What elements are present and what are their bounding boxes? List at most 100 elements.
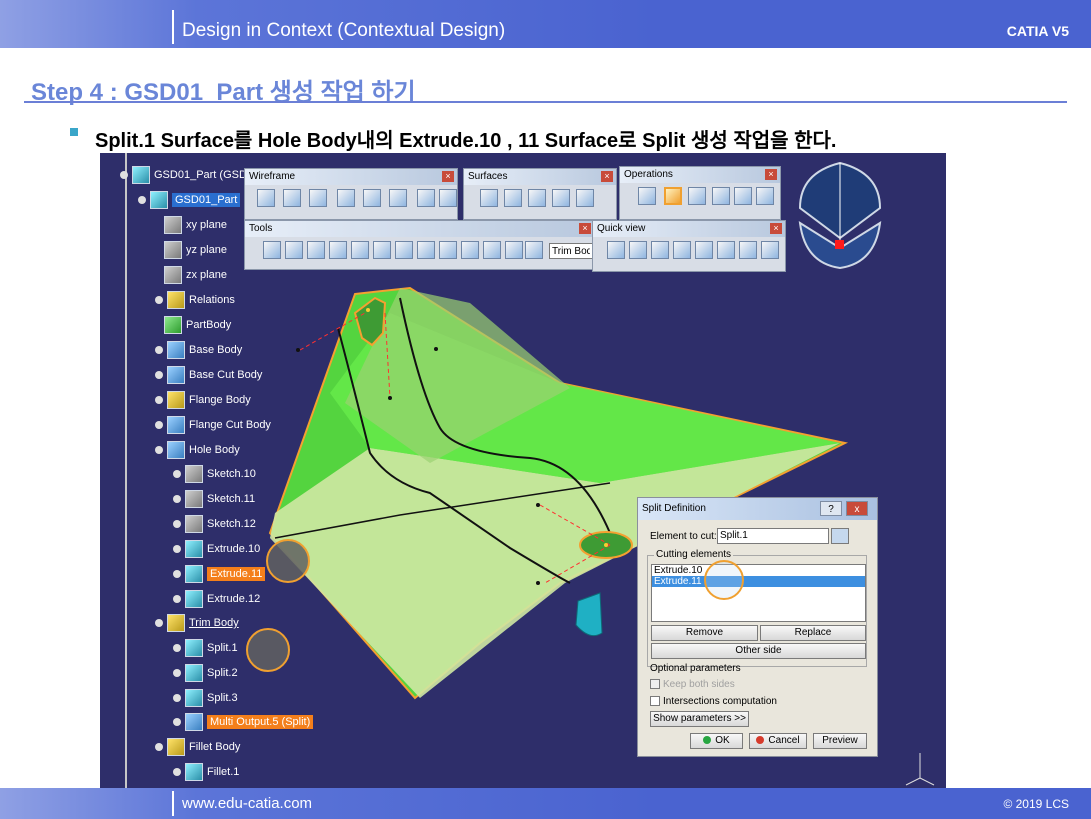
tree-node[interactable]: Extrude.11 bbox=[173, 564, 266, 584]
right-view-icon[interactable] bbox=[695, 241, 713, 259]
collapse-icon[interactable] bbox=[155, 619, 163, 627]
catia-viewport[interactable]: GSD01_Part (GSD GSD01_Part xy plane yz p… bbox=[100, 153, 946, 788]
extrude-icon[interactable] bbox=[480, 189, 498, 207]
list-item[interactable]: Extrude.11 bbox=[652, 576, 865, 587]
join-icon[interactable] bbox=[638, 187, 656, 205]
help-button[interactable]: ? bbox=[820, 501, 842, 516]
front-view-icon[interactable] bbox=[629, 241, 647, 259]
tree-node[interactable]: Base Body bbox=[155, 340, 242, 360]
expand-icon[interactable] bbox=[173, 768, 181, 776]
tree-node[interactable]: PartBody bbox=[164, 315, 231, 335]
named-views-icon[interactable] bbox=[761, 241, 779, 259]
fill-icon[interactable] bbox=[552, 189, 570, 207]
analysis-icon[interactable] bbox=[439, 241, 457, 259]
plane-icon[interactable] bbox=[309, 189, 327, 207]
update-icon[interactable] bbox=[263, 241, 281, 259]
collapse-icon[interactable] bbox=[155, 446, 163, 454]
wireframe-toolbar[interactable]: Wireframe × bbox=[244, 168, 458, 220]
define-in-work-icon[interactable] bbox=[525, 241, 543, 259]
boundary-icon[interactable] bbox=[688, 187, 706, 205]
close-button[interactable]: x bbox=[846, 501, 868, 516]
extract-icon[interactable] bbox=[712, 187, 730, 205]
grid-icon[interactable] bbox=[351, 241, 369, 259]
surfaces-toolbar[interactable]: Surfaces × bbox=[463, 168, 617, 220]
revolve-icon[interactable] bbox=[504, 189, 522, 207]
tools-toolbar[interactable]: Tools × bbox=[244, 220, 595, 270]
replace-button[interactable]: Replace bbox=[760, 625, 866, 641]
axis-system-icon[interactable] bbox=[307, 241, 325, 259]
tree-node[interactable]: Extrude.10 bbox=[173, 539, 260, 559]
expand-icon[interactable] bbox=[155, 421, 163, 429]
pick-icon[interactable] bbox=[831, 528, 849, 544]
tree-node[interactable]: Flange Body bbox=[155, 390, 251, 410]
compass-icon[interactable] bbox=[798, 161, 882, 270]
back-view-icon[interactable] bbox=[651, 241, 669, 259]
loft-icon[interactable] bbox=[576, 189, 594, 207]
offset-icon[interactable] bbox=[389, 189, 407, 207]
tree-node[interactable]: Trim Body bbox=[155, 613, 239, 633]
snap-icon[interactable] bbox=[373, 241, 391, 259]
point-icon[interactable] bbox=[257, 189, 275, 207]
show-parameters-button[interactable]: Show parameters >> bbox=[650, 711, 749, 727]
intersections-computation-checkbox[interactable] bbox=[650, 696, 660, 706]
expand-icon[interactable] bbox=[120, 171, 128, 179]
tree-node[interactable]: zx plane bbox=[164, 265, 227, 285]
cutting-elements-list[interactable]: Extrude.10 Extrude.11 bbox=[651, 564, 866, 622]
expand-icon[interactable] bbox=[155, 346, 163, 354]
element-to-cut-field[interactable]: Split.1 bbox=[717, 528, 829, 544]
circle-icon[interactable] bbox=[417, 189, 435, 207]
bottom-view-icon[interactable] bbox=[739, 241, 757, 259]
top-view-icon[interactable] bbox=[717, 241, 735, 259]
expand-icon[interactable] bbox=[173, 570, 181, 578]
other-side-button[interactable]: Other side bbox=[651, 643, 866, 659]
tree-node[interactable]: Flange Cut Body bbox=[155, 415, 271, 435]
line-icon[interactable] bbox=[283, 189, 301, 207]
fillet-icon[interactable] bbox=[734, 187, 752, 205]
expand-icon[interactable] bbox=[173, 669, 181, 677]
close-icon[interactable]: × bbox=[579, 223, 591, 234]
expand-icon[interactable] bbox=[155, 296, 163, 304]
sweep-icon[interactable] bbox=[528, 189, 546, 207]
tree-node[interactable]: Fillet Body bbox=[155, 737, 240, 757]
geometrical-set-icon[interactable] bbox=[505, 241, 523, 259]
projection-icon[interactable] bbox=[337, 189, 355, 207]
tree-node[interactable]: Split.2 bbox=[173, 663, 238, 683]
tree-node[interactable]: Fillet.1 bbox=[173, 762, 239, 782]
tree-node[interactable]: xy plane bbox=[164, 215, 227, 235]
expand-icon[interactable] bbox=[155, 396, 163, 404]
tree-node[interactable]: Base Cut Body bbox=[155, 365, 262, 385]
tree-view-icon[interactable] bbox=[461, 241, 479, 259]
tree-node[interactable]: Multi Output.5 (Split) bbox=[173, 712, 314, 732]
expand-icon[interactable] bbox=[138, 196, 146, 204]
cyan-tab[interactable] bbox=[575, 592, 603, 637]
trim-body-field[interactable] bbox=[549, 243, 593, 259]
left-view-icon[interactable] bbox=[673, 241, 691, 259]
tree-node[interactable]: Sketch.10 bbox=[173, 464, 256, 484]
work-on-support-icon[interactable] bbox=[329, 241, 347, 259]
spline-icon[interactable] bbox=[439, 189, 457, 207]
tree-node[interactable]: Hole Body bbox=[155, 440, 240, 460]
preview-button[interactable]: Preview bbox=[813, 733, 867, 749]
list-item[interactable]: Extrude.10 bbox=[652, 565, 865, 576]
footer-url[interactable]: www.edu-catia.com bbox=[182, 795, 312, 812]
close-icon[interactable]: × bbox=[765, 169, 777, 180]
iso-view-icon[interactable] bbox=[607, 241, 625, 259]
collapse-icon[interactable] bbox=[155, 743, 163, 751]
tree-node[interactable]: Sketch.12 bbox=[173, 514, 256, 534]
expand-icon[interactable] bbox=[173, 520, 181, 528]
tree-node[interactable]: Split.3 bbox=[173, 688, 238, 708]
split-definition-dialog[interactable]: Split Definition ? x Element to cut: Spl… bbox=[637, 497, 878, 757]
tree-node[interactable]: Split.1 bbox=[173, 638, 238, 658]
expand-icon[interactable] bbox=[173, 718, 181, 726]
expand-icon[interactable] bbox=[173, 694, 181, 702]
hand-icon[interactable] bbox=[285, 241, 303, 259]
keep-both-sides-checkbox[interactable] bbox=[650, 679, 660, 689]
tree-node[interactable]: Relations bbox=[155, 290, 235, 310]
catalog-icon[interactable] bbox=[395, 241, 413, 259]
ok-button[interactable]: OK bbox=[690, 733, 743, 749]
intersection-icon[interactable] bbox=[363, 189, 381, 207]
split-icon[interactable] bbox=[664, 187, 682, 205]
insert-body-icon[interactable] bbox=[483, 241, 501, 259]
translate-icon[interactable] bbox=[756, 187, 774, 205]
remove-button[interactable]: Remove bbox=[651, 625, 758, 641]
